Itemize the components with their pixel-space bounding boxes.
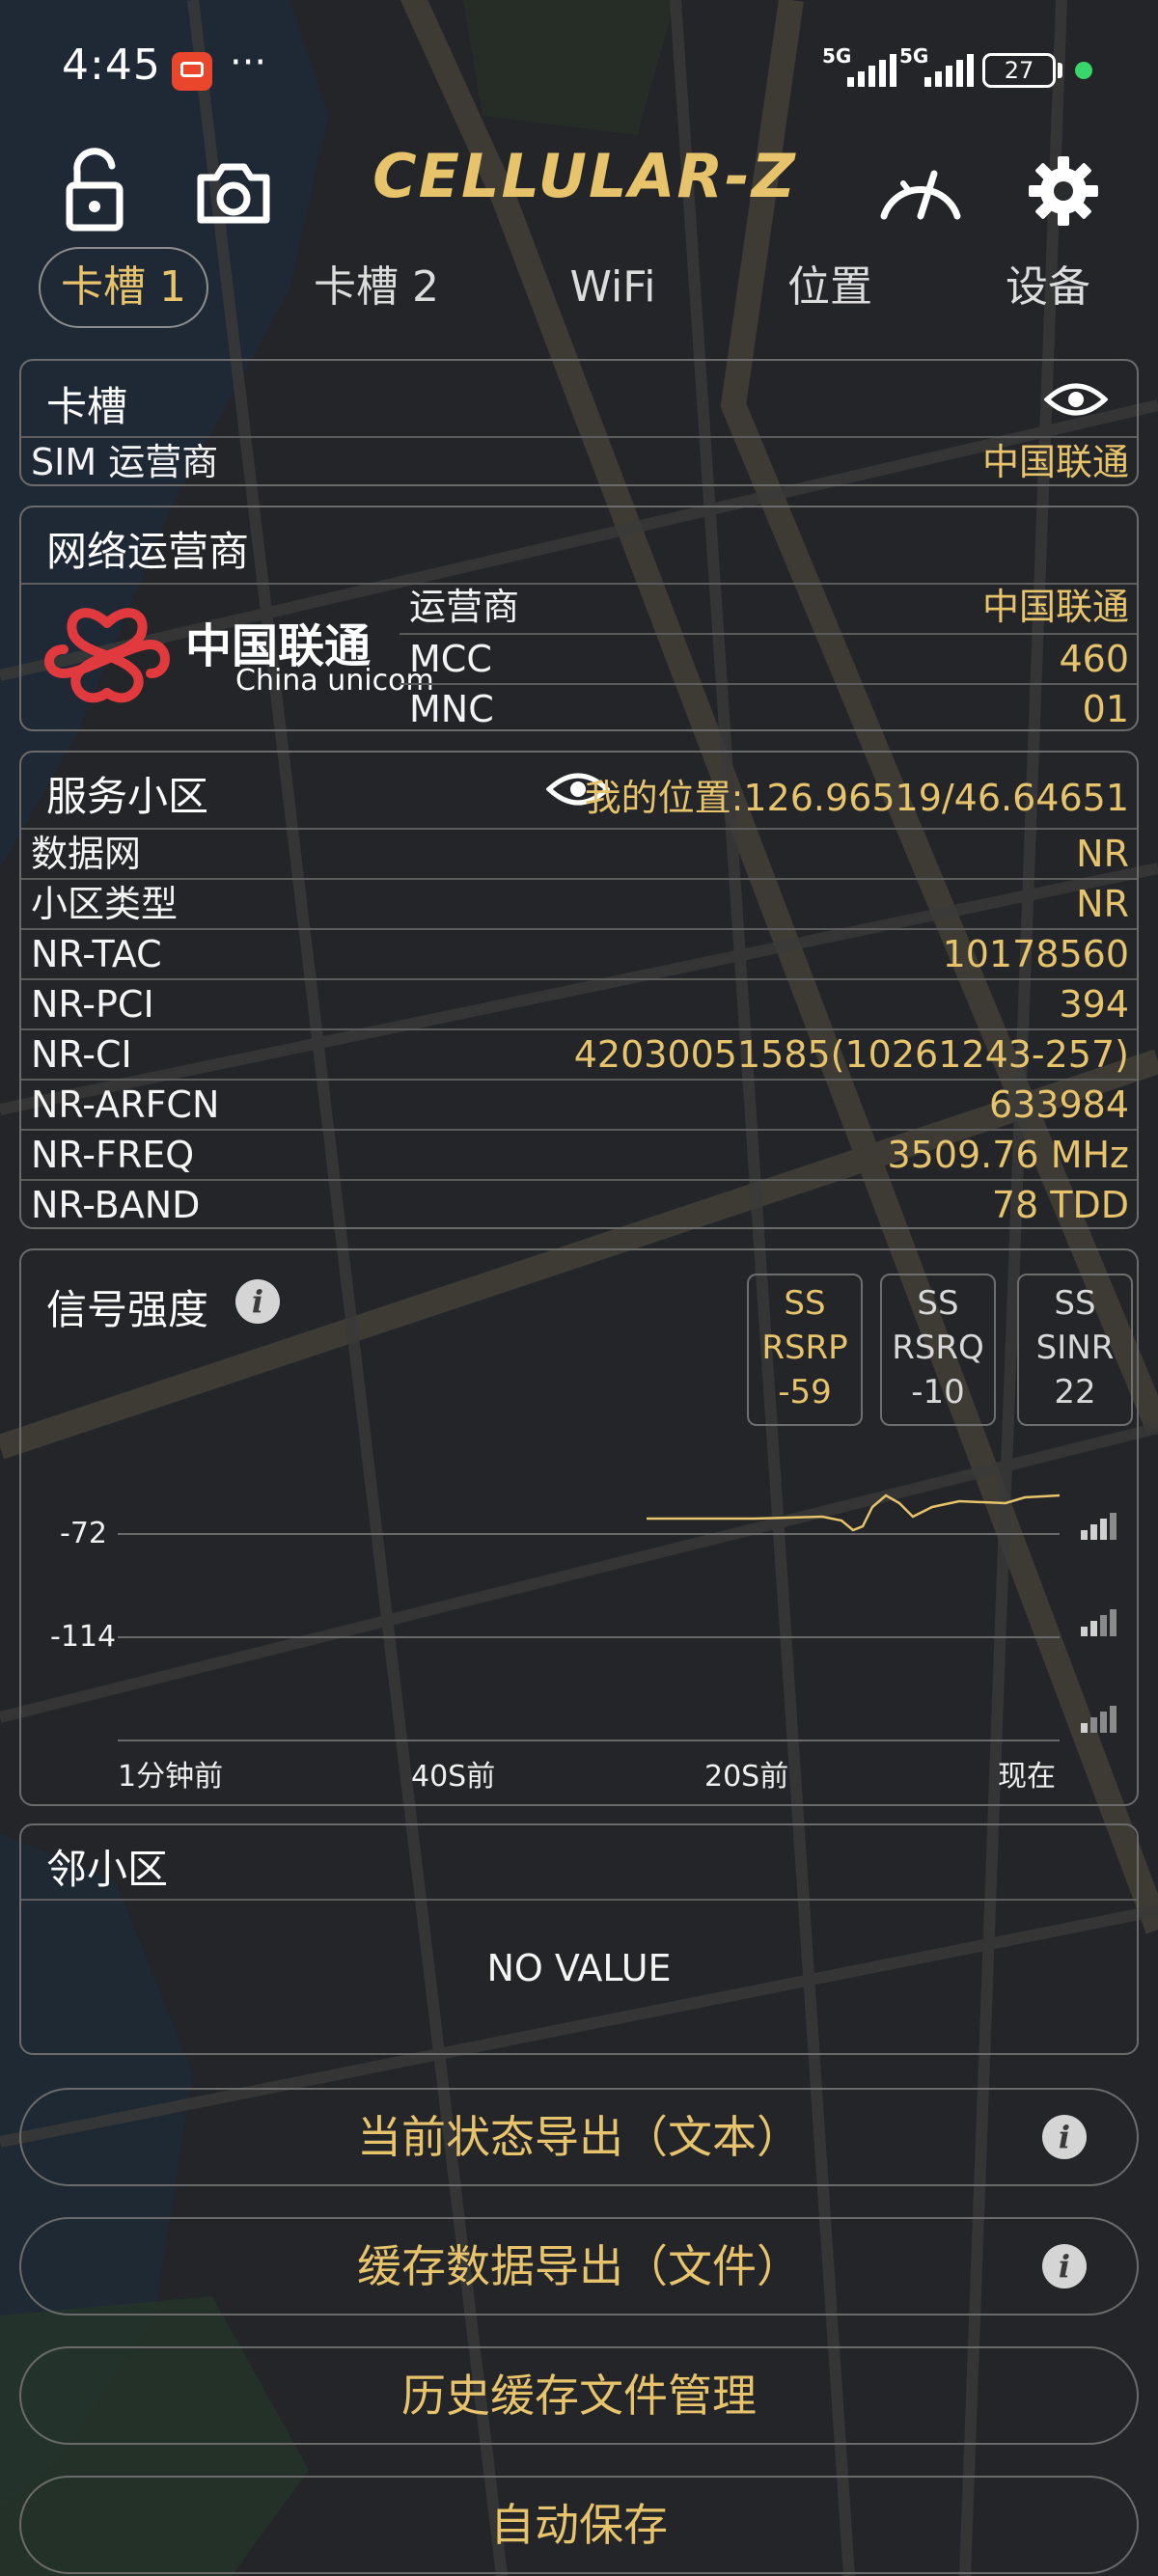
info-icon[interactable]: i [1042,2244,1087,2288]
export-status-text-label: 当前状态导出（文本） [357,2111,801,2163]
neighbor-cell-title: 邻小区 [46,1846,169,1893]
tab-slot-2[interactable]: 卡槽 2 [299,247,454,328]
slot-card: 卡槽 SIM 运营商 中国联通 [19,359,1139,486]
tab-location[interactable]: 位置 [762,247,897,328]
serving-cell-row: NR-PCI 394 [21,978,1137,1028]
history-cache-manage-label: 历史缓存文件管理 [401,2370,757,2422]
signal-bars-high-icon [1081,1513,1117,1540]
signal-history-graph [118,1494,1117,1741]
sim-operator-row: SIM 运营商 中国联通 [21,436,1137,486]
slot-card-title: 卡槽 [46,383,128,430]
network-row-label: MCC [409,638,492,680]
serving-cell-row: NR-FREQ 3509.76 MHz [21,1129,1137,1179]
network-operator-card: 网络运营商 中国联通 China unicom 运营商 中国联通 MCC 460 MNC… [19,506,1139,731]
status-bar: 4:45 ··· 5G 5G 27 [0,0,1158,135]
serving-cell-row-label: NR-BAND [31,1184,201,1226]
network-row-label: 运营商 [409,586,520,628]
network-row: MCC 460 [400,633,1137,683]
tab-slot-1[interactable]: 卡槽 1 [39,247,208,328]
tab-device[interactable]: 设备 [980,247,1116,328]
x-tick-20s: 20S前 [704,1760,789,1794]
network-row-value: 中国联通 [981,586,1129,628]
serving-cell-row-label: NR-ARFCN [31,1083,220,1126]
auto-save-label: 自动保存 [490,2499,668,2551]
network-row-value: 01 [1082,688,1129,730]
serving-cell-row-label: NR-CI [31,1033,132,1076]
serving-cell-card: 服务小区 我的位置:126.96519/46.64651 数据网 NR 小区类型 NR… [19,751,1139,1229]
battery-level: 27 [1004,57,1034,84]
sim2-signal-icon: 5G [899,44,977,91]
x-tick-1min: 1分钟前 [118,1760,224,1794]
network-row-label: MNC [409,688,494,730]
sim-operator-value: 中国联通 [981,441,1129,483]
y-tick-114: -114 [50,1620,117,1654]
privacy-indicator-dot [1075,62,1092,79]
app-header: CELLULAR-Z [0,135,1158,251]
settings-gear-icon[interactable] [1017,145,1110,237]
network-row-value: 460 [1059,638,1129,680]
sim-operator-label: SIM 运营商 [31,441,219,483]
y-tick-72: -72 [60,1517,107,1550]
unlock-icon[interactable] [48,145,141,237]
battery-cap [1058,63,1062,78]
network-operator-title: 网络运营商 [46,528,250,575]
serving-cell-row-value: 633984 [988,1083,1129,1126]
serving-cell-row: 数据网 NR [21,828,1137,878]
info-icon[interactable]: i [1042,2115,1087,2159]
eye-icon[interactable] [1044,380,1108,419]
speed-test-icon[interactable] [874,145,967,237]
serving-cell-row-label: 小区类型 [31,883,179,925]
notification-app-icon [172,52,212,91]
app-logo: CELLULAR-Z [372,141,797,211]
signal-strength-card: 信号强度 i SS RSRP -59 SS RSRQ -10 SS SINR 2… [19,1248,1139,1806]
camera-icon[interactable] [187,145,280,237]
x-tick-now: 现在 [998,1760,1056,1794]
serving-cell-row: NR-CI 42030051585(10261243-257) [21,1028,1137,1079]
my-location-text: 我的位置:126.96519/46.64651 [584,777,1129,819]
sim1-signal-icon: 5G [822,44,899,91]
serving-cell-row-label: NR-TAC [31,933,162,975]
export-cache-file-label: 缓存数据导出（文件） [357,2240,801,2292]
serving-cell-row-value: 42030051585(10261243-257) [573,1033,1129,1076]
rsrp-trace-line [647,1494,1061,1532]
serving-cell-title: 服务小区 [46,773,209,820]
serving-cell-row: NR-BAND 78 TDD [21,1179,1137,1229]
serving-cell-row-label: 数据网 [31,833,142,875]
export-cache-file-button[interactable]: 缓存数据导出（文件） i [19,2217,1139,2316]
tab-wifi[interactable]: WiFi [540,247,685,328]
network-row: 运营商 中国联通 [400,583,1137,633]
neighbor-divider [21,1899,1137,1901]
more-notifications-icon: ··· [230,41,267,85]
serving-cell-row-label: NR-PCI [31,983,154,1026]
serving-cell-row-value: 78 TDD [991,1184,1129,1226]
status-time: 4:45 [62,41,161,90]
serving-cell-row-value: 394 [1059,983,1129,1026]
no-value-text: NO VALUE [486,1947,672,1989]
serving-cell-row: NR-ARFCN 633984 [21,1079,1137,1129]
network-row: MNC 01 [400,683,1137,733]
serving-cell-row-label: NR-FREQ [31,1134,195,1176]
signal-bars-mid-icon [1081,1609,1117,1636]
history-cache-manage-button[interactable]: 历史缓存文件管理 [19,2346,1139,2445]
tab-bar: 卡槽 1 卡槽 2 WiFi 位置 设备 [0,247,1158,328]
serving-cell-row-value: 10178560 [942,933,1129,975]
serving-cell-row-value: 3509.76 MHz [887,1134,1129,1176]
export-status-text-button[interactable]: 当前状态导出（文本） i [19,2088,1139,2186]
serving-cell-row: NR-TAC 10178560 [21,928,1137,978]
serving-cell-row-value: NR [1076,833,1129,875]
battery-icon: 27 [982,53,1056,88]
signal-bars-low-icon [1081,1706,1117,1733]
neighbor-cell-card: 邻小区 NO VALUE [19,1823,1139,2055]
serving-cell-row: 小区类型 NR [21,878,1137,928]
x-tick-40s: 40S前 [411,1760,496,1794]
china-unicom-logo-icon [44,608,170,703]
serving-cell-row-value: NR [1076,883,1129,925]
auto-save-button[interactable]: 自动保存 [19,2476,1139,2574]
